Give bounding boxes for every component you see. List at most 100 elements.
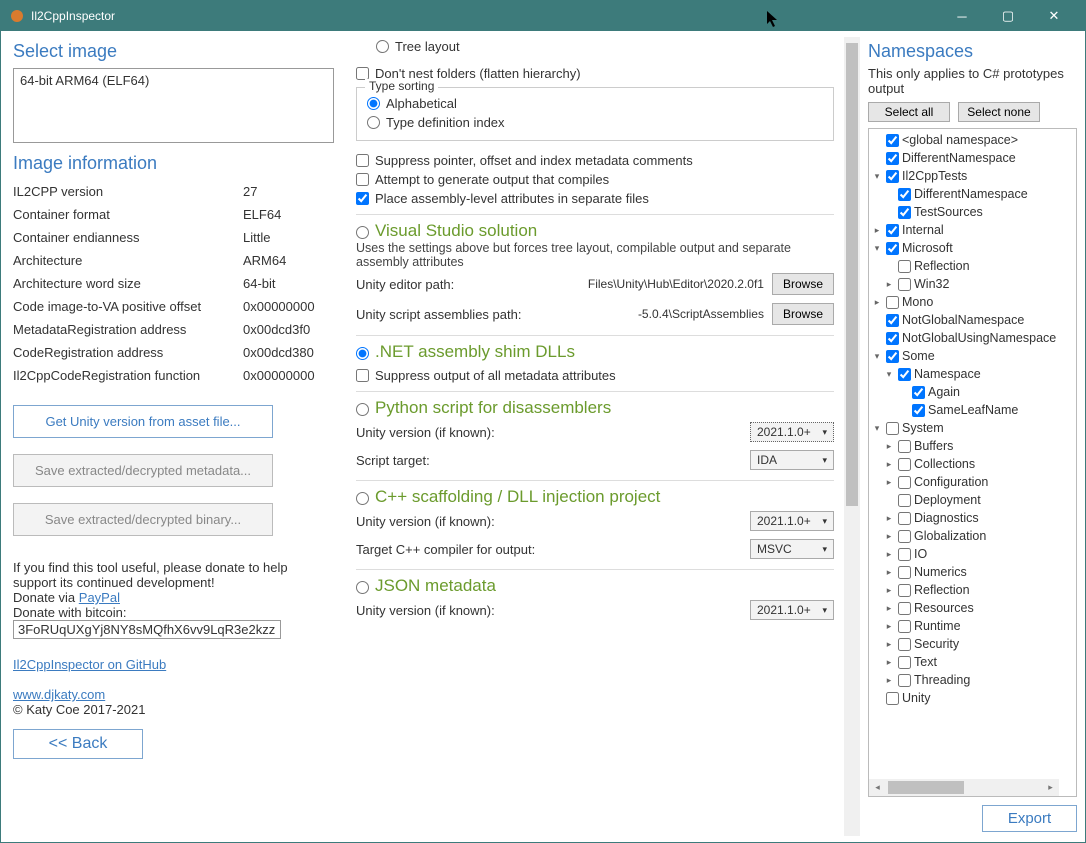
json-metadata-radio[interactable] <box>356 581 369 594</box>
json-unity-version-combo[interactable]: 2021.1.0+▾ <box>750 600 834 620</box>
browse-asm-button[interactable]: Browse <box>772 303 834 325</box>
separate-attr-checkbox[interactable] <box>356 192 369 205</box>
expand-icon[interactable]: ▸ <box>871 225 883 236</box>
tree-checkbox[interactable] <box>886 692 899 705</box>
tree-node[interactable]: TestSources <box>869 203 1076 221</box>
image-list[interactable]: 64-bit ARM64 (ELF64) <box>13 68 334 143</box>
scrollbar[interactable] <box>844 37 860 836</box>
expand-icon[interactable]: ▸ <box>883 531 895 542</box>
tree-node[interactable]: ▸Threading <box>869 671 1076 689</box>
expand-icon[interactable]: ▸ <box>883 441 895 452</box>
github-link[interactable]: Il2CppInspector on GitHub <box>13 657 334 672</box>
minimize-button[interactable]: ─ <box>939 1 985 31</box>
expand-icon[interactable]: ▸ <box>883 567 895 578</box>
tree-checkbox[interactable] <box>886 332 899 345</box>
expand-icon[interactable]: ▸ <box>883 279 895 290</box>
tree-checkbox[interactable] <box>912 386 925 399</box>
image-list-item[interactable]: 64-bit ARM64 (ELF64) <box>20 73 327 88</box>
tree-layout-radio[interactable] <box>376 40 389 53</box>
site-link[interactable]: www.djkaty.com <box>13 687 334 702</box>
tree-node[interactable]: Deployment <box>869 491 1076 509</box>
cpp-unity-version-combo[interactable]: 2021.1.0+▾ <box>750 511 834 531</box>
vs-solution-radio[interactable] <box>356 226 369 239</box>
tree-checkbox[interactable] <box>898 530 911 543</box>
tree-node[interactable]: ▸Reflection <box>869 581 1076 599</box>
tree-node[interactable]: ▸Diagnostics <box>869 509 1076 527</box>
tree-node[interactable]: <global namespace> <box>869 131 1076 149</box>
tree-h-scrollbar-thumb[interactable] <box>888 781 964 794</box>
suppress-all-meta-checkbox[interactable] <box>356 369 369 382</box>
collapse-icon[interactable]: ▾ <box>871 243 883 254</box>
expand-icon[interactable]: ▸ <box>883 675 895 686</box>
tree-checkbox[interactable] <box>886 242 899 255</box>
tree-checkbox[interactable] <box>898 512 911 525</box>
tree-node[interactable]: ▸Internal <box>869 221 1076 239</box>
compile-checkbox[interactable] <box>356 173 369 186</box>
scroll-right-icon[interactable]: ▸ <box>1042 779 1059 796</box>
tree-node[interactable]: ▸Text <box>869 653 1076 671</box>
collapse-icon[interactable]: ▾ <box>871 351 883 362</box>
cpp-compiler-combo[interactable]: MSVC▾ <box>750 539 834 559</box>
tree-checkbox[interactable] <box>898 656 911 669</box>
tree-checkbox[interactable] <box>898 620 911 633</box>
tree-checkbox[interactable] <box>886 314 899 327</box>
tree-node[interactable]: ▾Microsoft <box>869 239 1076 257</box>
expand-icon[interactable]: ▸ <box>883 513 895 524</box>
tree-node[interactable]: ▸Configuration <box>869 473 1076 491</box>
sort-alpha-radio[interactable] <box>367 97 380 110</box>
sort-tdi-radio[interactable] <box>367 116 380 129</box>
tree-checkbox[interactable] <box>898 476 911 489</box>
tree-node[interactable]: ▸Mono <box>869 293 1076 311</box>
py-unity-version-combo[interactable]: 2021.1.0+▾ <box>750 422 834 442</box>
paypal-link[interactable]: PayPal <box>79 590 120 605</box>
tree-h-scrollbar[interactable]: ◂ ▸ <box>869 779 1059 796</box>
tree-checkbox[interactable] <box>886 134 899 147</box>
tree-node[interactable]: ▸Globalization <box>869 527 1076 545</box>
tree-checkbox[interactable] <box>898 206 911 219</box>
tree-checkbox[interactable] <box>886 152 899 165</box>
maximize-button[interactable]: ▢ <box>985 1 1031 31</box>
scroll-left-icon[interactable]: ◂ <box>869 779 886 796</box>
expand-icon[interactable]: ▸ <box>883 459 895 470</box>
tree-checkbox[interactable] <box>886 170 899 183</box>
tree-checkbox[interactable] <box>898 368 911 381</box>
tree-node[interactable]: ▾Some <box>869 347 1076 365</box>
tree-node[interactable]: SameLeafName <box>869 401 1076 419</box>
export-button[interactable]: Export <box>982 805 1077 832</box>
tree-node[interactable]: NotGlobalUsingNamespace <box>869 329 1076 347</box>
net-dll-radio[interactable] <box>356 347 369 360</box>
tree-node[interactable]: ▸Collections <box>869 455 1076 473</box>
namespace-tree[interactable]: <global namespace> DifferentNamespace▾Il2… <box>868 128 1077 797</box>
tree-node[interactable]: ▸Numerics <box>869 563 1076 581</box>
tree-node[interactable]: ▸Resources <box>869 599 1076 617</box>
tree-checkbox[interactable] <box>898 278 911 291</box>
expand-icon[interactable]: ▸ <box>871 297 883 308</box>
tree-checkbox[interactable] <box>898 584 911 597</box>
tree-node[interactable]: ▾System <box>869 419 1076 437</box>
collapse-icon[interactable]: ▾ <box>883 369 895 380</box>
scrollbar-thumb[interactable] <box>846 43 858 506</box>
tree-checkbox[interactable] <box>898 260 911 273</box>
tree-node[interactable]: Unity <box>869 689 1076 707</box>
bitcoin-address[interactable]: 3FoRUqUXgYj8NY8sMQfhX6vv9LqR3e2kzz <box>13 620 281 639</box>
tree-node[interactable]: ▸IO <box>869 545 1076 563</box>
tree-node[interactable]: NotGlobalNamespace <box>869 311 1076 329</box>
collapse-icon[interactable]: ▾ <box>871 171 883 182</box>
tree-checkbox[interactable] <box>898 548 911 561</box>
tree-checkbox[interactable] <box>898 188 911 201</box>
tree-node[interactable]: ▸Runtime <box>869 617 1076 635</box>
get-unity-version-button[interactable]: Get Unity version from asset file... <box>13 405 273 438</box>
expand-icon[interactable]: ▸ <box>883 603 895 614</box>
back-button[interactable]: << Back <box>13 729 143 759</box>
tree-node[interactable]: DifferentNamespace <box>869 185 1076 203</box>
browse-editor-button[interactable]: Browse <box>772 273 834 295</box>
python-script-radio[interactable] <box>356 403 369 416</box>
tree-checkbox[interactable] <box>898 602 911 615</box>
tree-node[interactable]: ▾Il2CppTests <box>869 167 1076 185</box>
tree-checkbox[interactable] <box>886 422 899 435</box>
suppress-meta-checkbox[interactable] <box>356 154 369 167</box>
tree-node[interactable]: Again <box>869 383 1076 401</box>
collapse-icon[interactable]: ▾ <box>871 423 883 434</box>
tree-checkbox[interactable] <box>886 224 899 237</box>
expand-icon[interactable]: ▸ <box>883 621 895 632</box>
